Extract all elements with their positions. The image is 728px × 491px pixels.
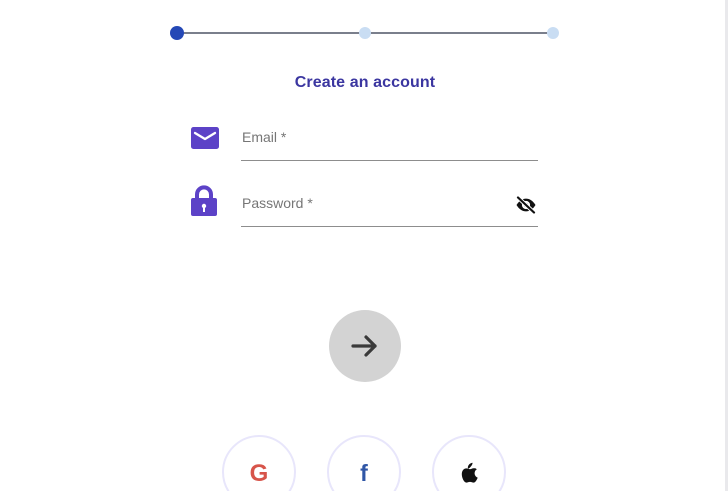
- lock-icon: [190, 185, 218, 217]
- visibility-off-icon[interactable]: [514, 193, 538, 217]
- email-field[interactable]: Email *: [241, 127, 538, 161]
- google-login-button[interactable]: G: [222, 435, 296, 491]
- facebook-login-button[interactable]: f: [327, 435, 401, 491]
- password-field[interactable]: Password *: [241, 193, 538, 227]
- arrow-right-icon: [351, 335, 377, 357]
- mail-icon: [190, 125, 220, 151]
- signup-stepper: [170, 26, 560, 40]
- apple-icon: [460, 462, 480, 484]
- page-title: Create an account: [294, 74, 436, 91]
- signup-page: Create an account Email * Password * G f: [0, 0, 728, 491]
- step-3-indicator: [547, 27, 559, 39]
- email-input[interactable]: [241, 127, 538, 160]
- facebook-icon: f: [360, 460, 368, 486]
- password-input[interactable]: [241, 193, 538, 226]
- apple-login-button[interactable]: [432, 435, 506, 491]
- google-icon: G: [249, 460, 269, 487]
- step-2-indicator: [359, 27, 371, 39]
- step-1-indicator: [170, 26, 184, 40]
- next-button[interactable]: [329, 310, 401, 382]
